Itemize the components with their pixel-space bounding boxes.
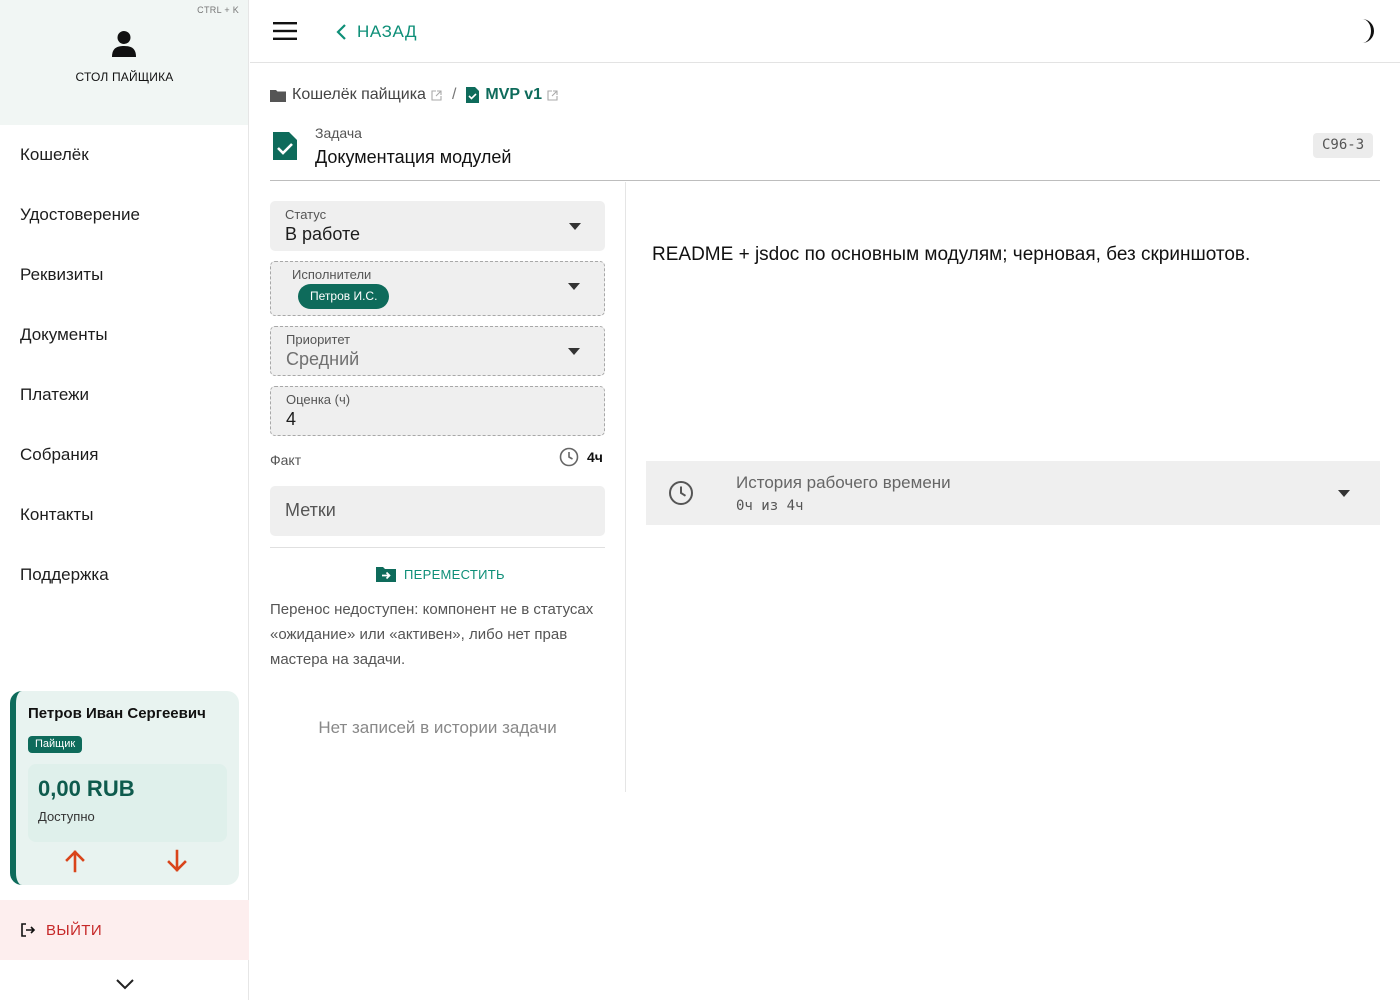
sidebar: CTRL + K СТОЛ ПАЙЩИКА Кошелёк Удостовере…	[0, 0, 249, 1000]
move-button[interactable]: ПЕРЕМЕСТИТЬ	[376, 566, 505, 582]
divider	[270, 547, 605, 548]
fact-hours: 4ч	[587, 449, 603, 465]
task-description[interactable]: README + jsdoc по основным модулям; черн…	[652, 244, 1250, 266]
chevron-down-icon[interactable]	[114, 975, 136, 993]
hotkey-hint: CTRL + K	[197, 5, 239, 15]
sidebar-item-documents[interactable]: Документы	[0, 305, 248, 365]
empty-history-message: Нет записей в истории задачи	[318, 718, 557, 737]
task-check-icon	[466, 87, 480, 103]
assignees-label: Исполнители	[292, 267, 372, 282]
breadcrumb-issue-label: MVP v1	[485, 86, 543, 103]
caret-down-icon	[1338, 490, 1350, 497]
status-label: Статус	[285, 207, 327, 222]
breadcrumb-issue[interactable]: MVP v1	[466, 86, 558, 104]
sidebar-item-contacts[interactable]: Контакты	[0, 485, 248, 545]
external-link-icon[interactable]	[547, 89, 558, 101]
sidebar-item-support[interactable]: Поддержка	[0, 545, 248, 605]
status-select[interactable]: Статус В работе	[270, 201, 605, 251]
priority-label: Приоритет	[286, 332, 351, 347]
balance-label: Доступно	[38, 809, 95, 824]
estimate-field[interactable]: Оценка (ч) 4	[270, 386, 605, 436]
work-history-expander[interactable]: История рабочего времени 0ч из 4ч	[646, 461, 1380, 525]
sidebar-item-certificate[interactable]: Удостоверение	[0, 185, 248, 245]
user-icon	[112, 31, 136, 57]
estimate-value: 4	[286, 409, 297, 429]
work-history-subtitle: 0ч из 4ч	[736, 498, 804, 514]
move-label: ПЕРЕМЕСТИТЬ	[404, 566, 505, 582]
back-button[interactable]: НАЗАД	[335, 19, 417, 45]
user-card: Петров Иван Сергеевич Пайщик 0,00 RUB До…	[10, 691, 239, 885]
folder-icon	[270, 89, 286, 102]
task-type-label: Задача	[315, 125, 362, 141]
breadcrumb: Кошелёк пайщика / MVP v1	[270, 84, 558, 106]
folder-move-icon	[376, 567, 396, 582]
sidebar-nav: Кошелёк Удостоверение Реквизиты Документ…	[0, 125, 248, 605]
task-check-icon	[273, 132, 297, 160]
caret-down-icon	[568, 348, 580, 355]
tags-input[interactable]: Метки	[270, 486, 605, 536]
menu-icon[interactable]	[272, 20, 298, 42]
user-name: Петров Иван Сергеевич	[28, 705, 206, 722]
topbar: НАЗАД	[250, 0, 1400, 63]
chevron-left-icon	[336, 24, 346, 40]
priority-select[interactable]: Приоритет Средний	[270, 326, 605, 376]
balance-box: 0,00 RUB Доступно	[28, 764, 227, 842]
caret-down-icon	[568, 283, 580, 290]
clock-icon	[669, 481, 693, 505]
logout-label: ВЫЙТИ	[46, 921, 103, 939]
status-value: В работе	[285, 224, 361, 244]
external-link-icon[interactable]	[431, 89, 442, 101]
sidebar-item-requisites[interactable]: Реквизиты	[0, 245, 248, 305]
divider	[625, 182, 626, 792]
fact-value: 4ч	[559, 447, 603, 467]
estimate-label: Оценка (ч)	[286, 392, 351, 407]
move-note: Перенос недоступен: компонент не в стату…	[270, 601, 594, 668]
arrow-up-icon[interactable]	[64, 849, 86, 873]
arrow-down-icon[interactable]	[166, 849, 188, 873]
logout-button[interactable]: ВЫЙТИ	[0, 900, 249, 960]
role-badge: Пайщик	[28, 736, 83, 753]
sidebar-item-wallet[interactable]: Кошелёк	[0, 125, 248, 185]
task-title: Документация модулей	[315, 147, 512, 167]
breadcrumb-separator: /	[451, 86, 457, 103]
assignee-chip[interactable]: Петров И.С.	[298, 284, 390, 309]
priority-value: Средний	[286, 349, 360, 369]
assignees-select[interactable]: Исполнители Петров И.С.	[270, 261, 605, 316]
breadcrumb-project-label: Кошелёк пайщика	[292, 86, 426, 103]
sidebar-item-meetings[interactable]: Собрания	[0, 425, 248, 485]
clock-icon	[559, 447, 579, 467]
sidebar-title: СТОЛ ПАЙЩИКА	[75, 70, 174, 84]
sidebar-item-payments[interactable]: Платежи	[0, 365, 248, 425]
breadcrumb-project[interactable]: Кошелёк пайщика	[270, 86, 442, 104]
work-history-title: История рабочего времени	[736, 473, 951, 492]
sidebar-header[interactable]: CTRL + K СТОЛ ПАЙЩИКА	[0, 0, 248, 125]
task-code-badge: С96-3	[1313, 133, 1374, 158]
divider	[270, 180, 1380, 181]
moon-icon[interactable]	[1354, 18, 1378, 44]
balance-amount: 0,00 RUB	[38, 776, 135, 801]
fact-label: Факт	[270, 452, 302, 468]
back-label: НАЗАД	[357, 22, 418, 41]
logout-icon	[21, 923, 36, 937]
caret-down-icon	[569, 223, 581, 230]
